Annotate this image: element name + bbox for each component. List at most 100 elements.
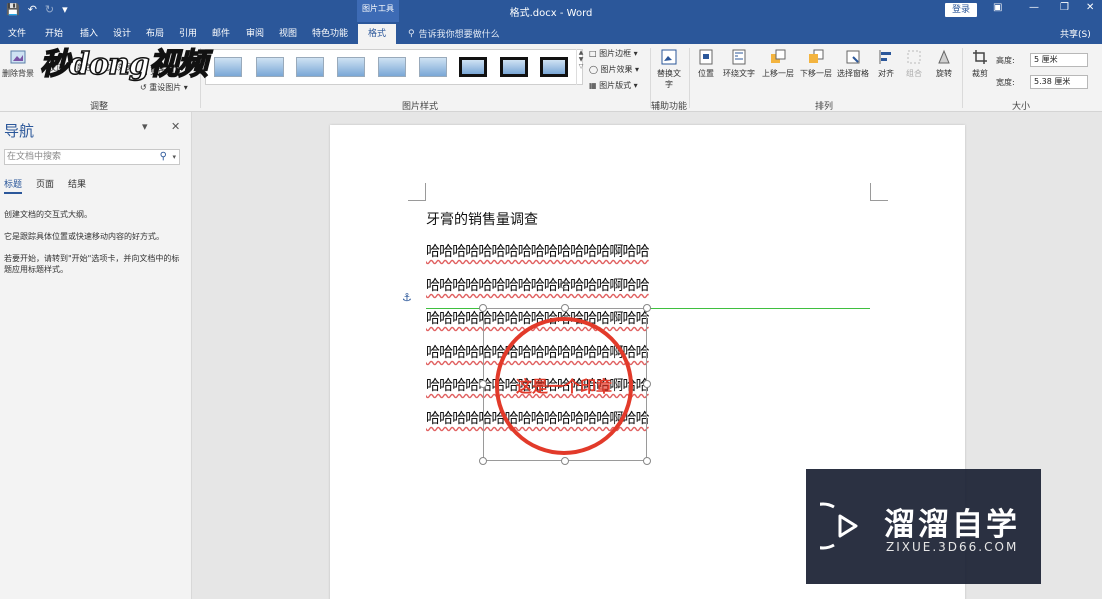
resize-handle[interactable] xyxy=(561,457,569,465)
crop-button[interactable]: 裁剪 xyxy=(967,48,993,79)
reset-picture-button[interactable]: ↺ 重设图片 ▾ xyxy=(140,82,188,93)
tell-me-box[interactable]: ⚲ 告诉我你想要做什么 xyxy=(408,27,500,41)
rotate-button[interactable]: 旋转 xyxy=(931,48,957,79)
selection-pane-button[interactable]: 选择窗格 xyxy=(835,48,871,79)
nav-search-input[interactable]: 在文档中搜索 ⚲ ▾ xyxy=(4,149,180,165)
picture-border-button[interactable]: □ 图片边框 ▾ xyxy=(589,48,638,59)
play-logo-icon xyxy=(820,502,858,550)
alt-text-icon xyxy=(661,49,677,65)
nav-hint-1: 创建文档的交互式大纲。 xyxy=(4,210,92,219)
tab-special[interactable]: 特色功能 xyxy=(312,26,348,39)
nav-tab-headings[interactable]: 标题 xyxy=(4,177,23,194)
resize-handle[interactable] xyxy=(479,380,487,388)
bring-forward-button[interactable]: 上移一层 xyxy=(759,48,797,79)
picture-styles-group-label: 图片样式 xyxy=(402,102,439,112)
resize-handle[interactable] xyxy=(479,304,487,312)
bring-forward-icon xyxy=(771,49,786,63)
tab-insert[interactable]: 插入 xyxy=(80,26,98,39)
height-field[interactable]: 5 厘米 xyxy=(1030,53,1088,67)
style-thumb-9[interactable] xyxy=(540,57,568,77)
style-thumb-4[interactable] xyxy=(337,57,365,77)
style-thumb-7[interactable] xyxy=(459,57,487,77)
wrap-text-icon xyxy=(732,49,746,65)
style-thumb-1[interactable] xyxy=(214,57,242,77)
tab-mailings[interactable]: 邮件 xyxy=(212,26,230,39)
search-placeholder: 在文档中搜索 xyxy=(7,152,62,162)
tell-me-text: 告诉我你想要做什么 xyxy=(418,30,500,40)
align-button[interactable]: 对齐 xyxy=(873,48,899,79)
share-button[interactable]: 共享(S) xyxy=(1060,27,1091,40)
chevron-down-icon[interactable]: ▾ xyxy=(172,150,176,164)
minimize-icon[interactable]: — xyxy=(1029,2,1039,13)
search-icon[interactable]: ⚲ xyxy=(160,150,167,164)
tab-home[interactable]: 开始 xyxy=(45,26,63,39)
width-field[interactable]: 5.38 厘米 xyxy=(1030,75,1088,89)
body-line[interactable]: 哈哈哈哈哈哈哈哈哈哈哈哈哈哈啊哈哈 xyxy=(426,241,650,261)
resize-handle[interactable] xyxy=(479,457,487,465)
tab-format[interactable]: 格式 xyxy=(358,24,397,44)
style-thumb-6[interactable] xyxy=(419,57,447,77)
nav-tab-results[interactable]: 结果 xyxy=(68,177,86,190)
tab-layout[interactable]: 布局 xyxy=(146,26,164,39)
arrange-group-label: 排列 xyxy=(815,102,834,112)
picture-effects-button[interactable]: ◯ 图片效果 ▾ xyxy=(589,64,639,75)
group-button[interactable]: 组合 xyxy=(901,48,927,79)
watermark-title: 溜溜自学 xyxy=(884,507,1020,543)
crop-icon xyxy=(973,50,987,64)
position-icon xyxy=(699,49,713,65)
style-thumb-3[interactable] xyxy=(296,57,324,77)
position-button[interactable]: 位置 xyxy=(694,48,718,79)
resize-handle[interactable] xyxy=(643,457,651,465)
resize-handle[interactable] xyxy=(643,304,651,312)
divider xyxy=(962,48,963,108)
gallery-scroll[interactable]: ▲ ▼ ▽ xyxy=(576,49,585,85)
send-backward-icon xyxy=(809,49,824,63)
selection-pane-icon xyxy=(846,50,860,64)
login-button[interactable]: 登录 xyxy=(945,3,977,17)
restore-icon[interactable]: ❐ xyxy=(1060,2,1069,13)
margin-corner-left xyxy=(408,183,426,201)
watermark-subtitle: ZIXUE.3D66.COM xyxy=(886,540,1019,554)
nav-title: 导航 xyxy=(4,122,35,140)
picture-styles-gallery[interactable] xyxy=(205,49,583,85)
tab-file[interactable]: 文件 xyxy=(8,26,26,39)
tab-review[interactable]: 审阅 xyxy=(246,26,264,39)
title-bar: 💾 ↶ ↻ ▾ 图片工具 格式.docx - Word 登录 ▣ — ❐ ✕ xyxy=(0,0,1102,22)
resize-handle[interactable] xyxy=(561,304,569,312)
resize-handle[interactable] xyxy=(643,380,651,388)
nav-close-icon[interactable]: ✕ xyxy=(171,120,180,133)
nav-hint-2: 它是跟踪具体位置或快速移动内容的好方式。 xyxy=(4,232,164,241)
size-group-label: 大小 xyxy=(1012,102,1031,112)
ribbon-display-options-icon[interactable]: ▣ xyxy=(993,2,1002,13)
document-heading[interactable]: 牙膏的销售量调查 xyxy=(426,209,538,229)
style-thumb-8[interactable] xyxy=(500,57,528,77)
height-label: 高度: xyxy=(996,56,1015,65)
document-title: 格式.docx - Word xyxy=(509,8,593,19)
tab-view[interactable]: 视图 xyxy=(279,26,297,39)
nav-tab-pages[interactable]: 页面 xyxy=(36,177,54,190)
close-icon[interactable]: ✕ xyxy=(1086,2,1094,13)
margin-corner-right xyxy=(870,183,888,201)
navigation-pane: 导航 ▾ ✕ 在文档中搜索 ⚲ ▾ 标题 页面 结果 创建文档的交互式大纲。 它… xyxy=(0,112,192,599)
alt-text-button[interactable]: 替换文字 xyxy=(656,48,682,90)
body-line[interactable]: 哈哈哈哈哈哈哈哈哈哈哈哈哈哈啊哈哈 xyxy=(426,275,650,295)
lightbulb-icon: ⚲ xyxy=(408,28,415,39)
nav-options-icon[interactable]: ▾ xyxy=(142,120,148,133)
anchor-icon[interactable]: ⚓ xyxy=(402,291,412,304)
divider xyxy=(689,48,690,108)
accessibility-group-label: 辅助功能 xyxy=(651,102,688,112)
style-thumb-2[interactable] xyxy=(256,57,284,77)
remove-background-button[interactable]: 删除背景 xyxy=(0,48,36,79)
tab-design[interactable]: 设计 xyxy=(113,26,131,39)
rotate-icon xyxy=(938,49,950,64)
brand-logo-overlay: 秒dong视频 xyxy=(39,46,208,83)
width-label: 宽度: xyxy=(996,78,1015,87)
nav-hint-3: 若要开始，请转到"开始"选项卡，并向文档中的标题应用标题样式。 xyxy=(4,254,180,274)
stamp-text: 这是一个印章 xyxy=(515,377,612,396)
rotate-handle-icon[interactable]: ⟳ xyxy=(559,278,569,292)
picture-layout-button[interactable]: ▦ 图片版式 ▾ xyxy=(589,80,638,91)
wrap-text-button[interactable]: 环绕文字 xyxy=(720,48,758,79)
style-thumb-5[interactable] xyxy=(378,57,406,77)
tab-references[interactable]: 引用 xyxy=(179,26,197,39)
send-backward-button[interactable]: 下移一层 xyxy=(797,48,835,79)
